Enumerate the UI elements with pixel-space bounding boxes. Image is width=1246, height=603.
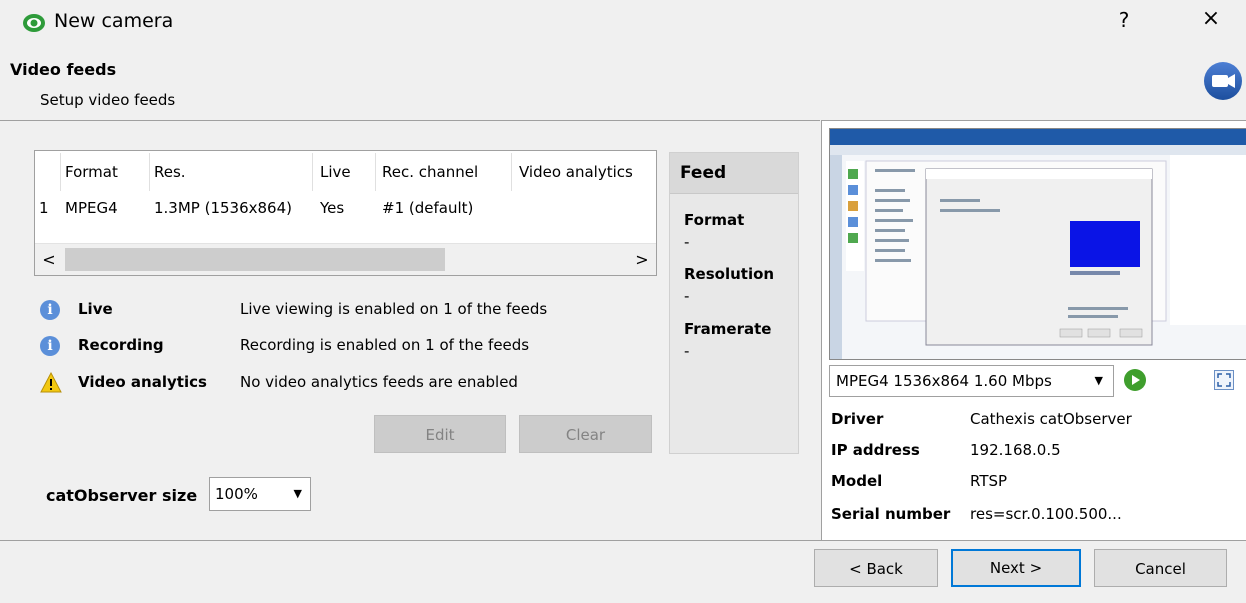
help-button[interactable]: ? [1112, 8, 1136, 32]
info-icon: i [40, 300, 60, 320]
model-label: Model [831, 472, 883, 490]
serial-number-label: Serial number [831, 505, 951, 523]
cell-res: 1.3MP (1536x864) [154, 199, 292, 217]
feed-details-title: Feed [670, 153, 798, 194]
feed-resolution-value: - [684, 287, 690, 305]
stream-value: MPEG4 1536x864 1.60 Mbps [836, 372, 1052, 390]
column-divider [511, 153, 512, 191]
chevron-down-icon: ▼ [1094, 374, 1103, 387]
driver-value: Cathexis catObserver [970, 410, 1132, 428]
info-icon: i [40, 336, 60, 356]
title-bar [0, 0, 1246, 48]
feed-format-value: - [684, 233, 690, 251]
status-text: Live viewing is enabled on 1 of the feed… [240, 300, 548, 318]
page-heading: Video feeds [10, 60, 117, 79]
column-header-rec-channel[interactable]: Rec. channel [382, 163, 478, 181]
status-label: Live [78, 300, 113, 318]
feed-details-box: Feed Format - Resolution - Framerate - [669, 152, 799, 454]
status-text: Recording is enabled on 1 of the feeds [240, 336, 530, 354]
play-icon[interactable] [1124, 369, 1146, 391]
cancel-button[interactable]: Cancel [1094, 549, 1227, 587]
ip-address-label: IP address [831, 441, 920, 459]
ip-address-value: 192.168.0.5 [970, 441, 1061, 459]
fullscreen-icon[interactable] [1214, 370, 1234, 390]
column-divider [60, 153, 61, 191]
column-header-format[interactable]: Format [65, 163, 118, 181]
feed-resolution-label: Resolution [684, 265, 775, 283]
feed-format-label: Format [684, 211, 745, 229]
cell-live: Yes [320, 199, 345, 217]
feed-framerate-value: - [684, 342, 690, 360]
clear-button[interactable]: Clear [519, 415, 652, 453]
scroll-right-icon[interactable]: > [628, 244, 656, 275]
size-label: catObserver size [46, 486, 198, 505]
horizontal-scrollbar[interactable]: < > [35, 243, 656, 275]
scroll-thumb[interactable] [65, 248, 445, 271]
feed-framerate-label: Framerate [684, 320, 772, 338]
edit-button[interactable]: Edit [374, 415, 506, 453]
status-text: No video analytics feeds are enabled [240, 373, 518, 391]
scroll-left-icon[interactable]: < [35, 244, 63, 275]
driver-label: Driver [831, 410, 884, 428]
serial-number-value: res=scr.0.100.500... [970, 505, 1122, 523]
status-label: Recording [78, 336, 164, 354]
column-divider [375, 153, 376, 191]
stream-dropdown[interactable]: MPEG4 1536x864 1.60 Mbps ▼ [829, 365, 1114, 397]
size-dropdown[interactable]: 100% ▼ [209, 477, 311, 511]
cell-index: 1 [39, 199, 49, 217]
column-divider [312, 153, 313, 191]
warning-icon [40, 372, 62, 393]
model-value: RTSP [970, 472, 1008, 490]
back-button[interactable]: < Back [814, 549, 938, 587]
column-header-res[interactable]: Res. [154, 163, 186, 181]
close-button[interactable]: × [1198, 6, 1224, 31]
next-button[interactable]: Next > [951, 549, 1081, 587]
column-header-video-analytics[interactable]: Video analytics [519, 163, 633, 181]
camera-preview-image [829, 128, 1246, 360]
status-label: Video analytics [78, 373, 207, 391]
feeds-table[interactable]: Format Res. Live Rec. channel Video anal… [34, 150, 657, 276]
page-subheading: Setup video feeds [40, 91, 176, 109]
camera-icon [1204, 62, 1242, 100]
cell-format: MPEG4 [65, 199, 118, 217]
column-divider [149, 153, 150, 191]
chevron-down-icon: ▼ [293, 487, 302, 500]
column-header-live[interactable]: Live [320, 163, 351, 181]
eye-icon [23, 14, 45, 32]
size-value: 100% [215, 485, 258, 503]
cell-rec-channel: #1 (default) [382, 199, 474, 217]
window-title: New camera [54, 10, 174, 32]
